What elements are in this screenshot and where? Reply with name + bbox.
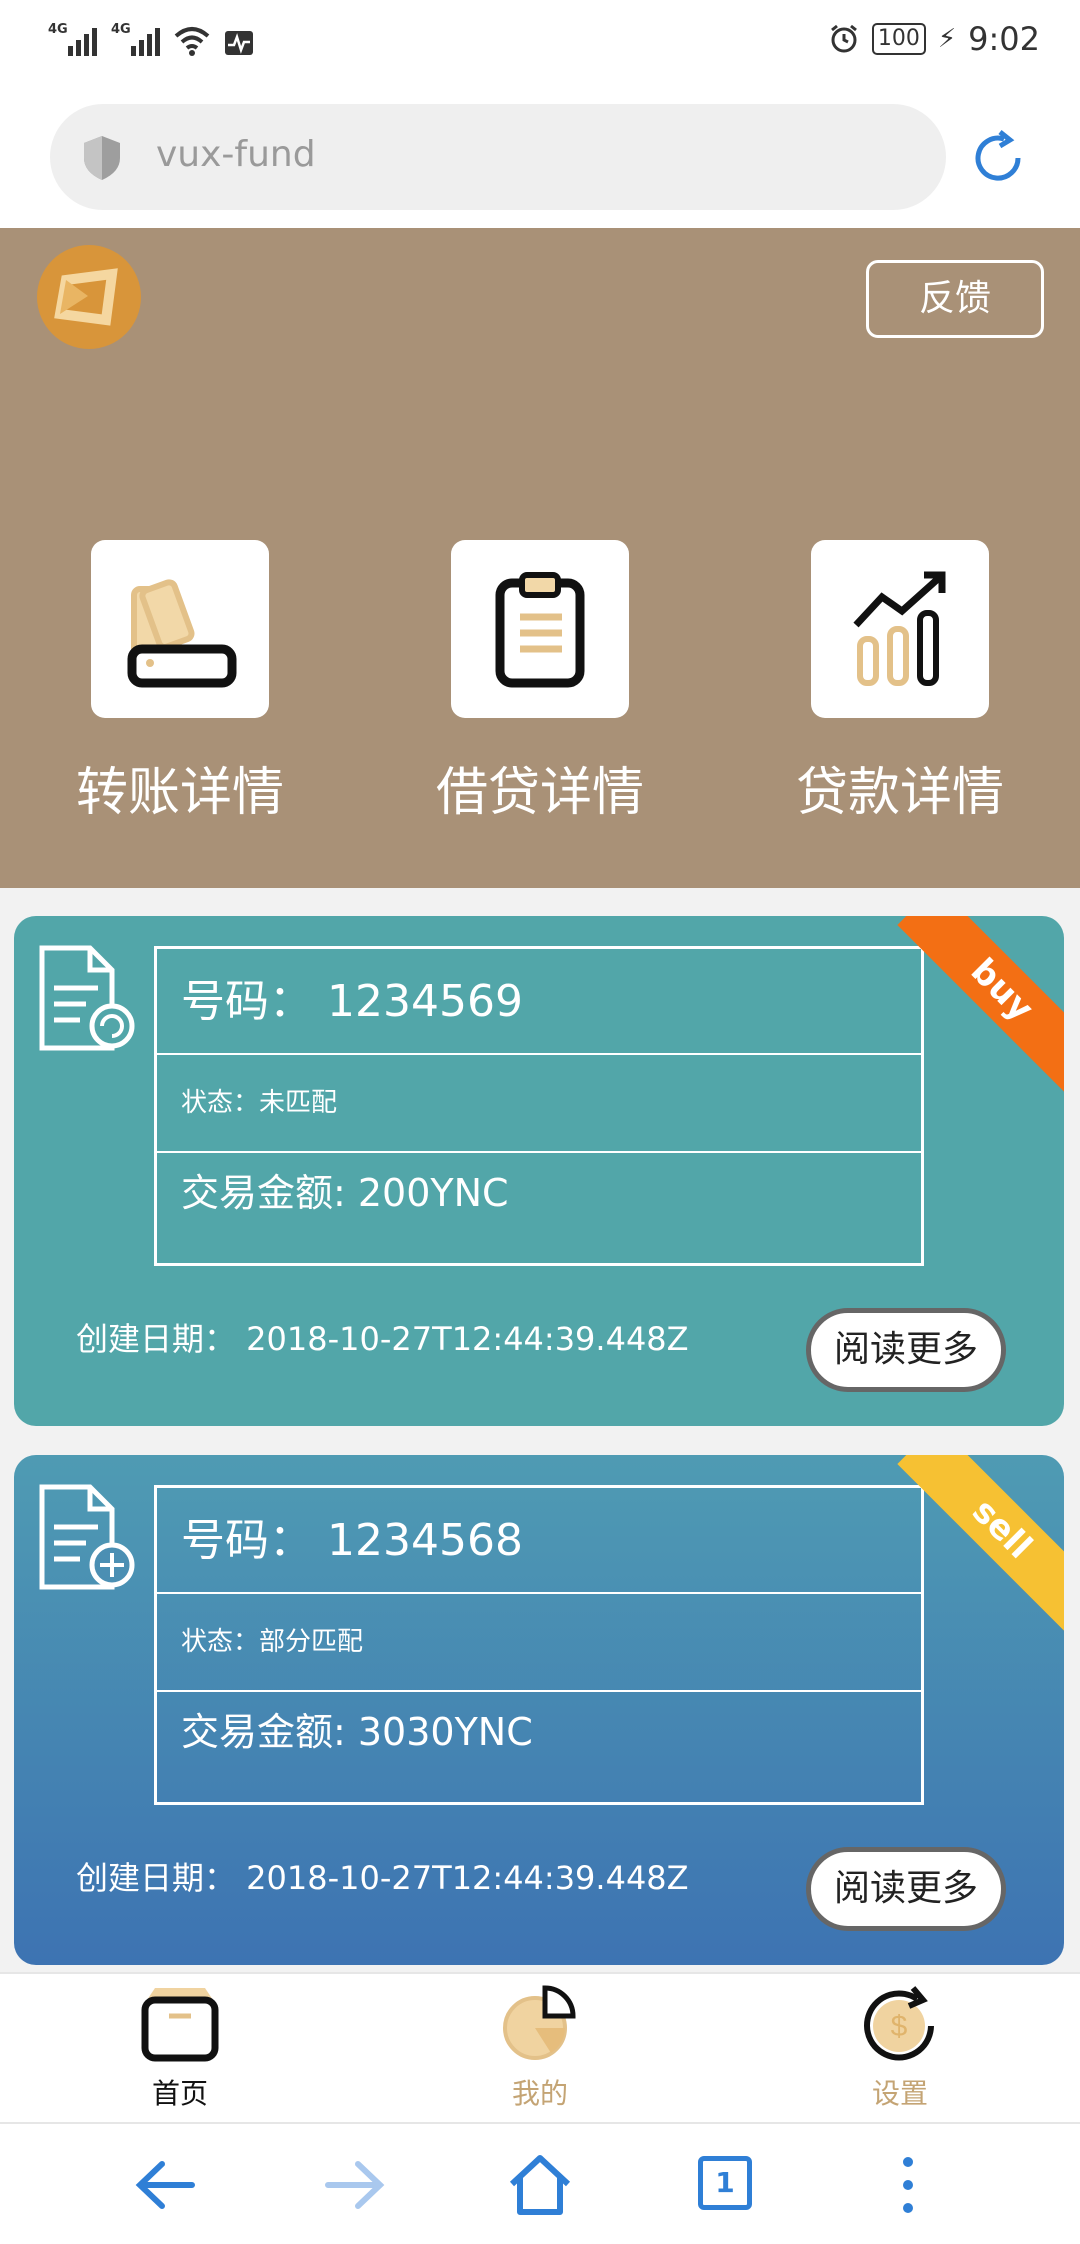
reload-icon[interactable] (968, 128, 1028, 188)
feature-label: 转账详情 (75, 763, 284, 823)
dollar-refresh-icon: $ (864, 1986, 934, 2061)
home-icon[interactable] (508, 2154, 572, 2216)
order-status: 状态：部分匹配 (157, 1594, 921, 1692)
feature-credit-details[interactable]: 贷款详情 (770, 540, 1030, 825)
clock: 9:02 (968, 20, 1040, 58)
feature-label: 借贷详情 (435, 763, 644, 823)
hero-banner: 反馈 转账详情 借贷详情 贷款详情 (0, 228, 1080, 888)
order-amount: 交易金额: 200YNC (181, 1171, 509, 1215)
wifi-icon (174, 27, 210, 56)
alarm-icon (830, 24, 857, 53)
read-more-button[interactable]: 阅读更多 (806, 1847, 1006, 1931)
network-type-label-2: 4G (111, 22, 131, 37)
cell-signal-icon-2: 4G (111, 22, 160, 56)
feature-transfer-details[interactable]: 转账详情 (50, 540, 310, 825)
url-field[interactable]: vux-fund (50, 104, 946, 210)
order-card: 号码： 1234569 状态：未匹配 交易金额: 200YNC 创建日期： 20… (14, 916, 1064, 1426)
charging-icon: ⚡ (937, 24, 957, 54)
order-card: 号码： 1234568 状态：部分匹配 交易金额: 3030YNC 创建日期： … (14, 1455, 1064, 1965)
cell-signal-icon: 4G (48, 22, 97, 56)
back-arrow-icon[interactable] (134, 2154, 198, 2216)
document-refresh-icon (39, 945, 135, 1051)
activity-icon (225, 31, 253, 55)
shield-icon (84, 136, 120, 180)
pie-chart-icon (503, 1985, 576, 2060)
browser-nav-bar: 1 (0, 2122, 1080, 2244)
read-more-button[interactable]: 阅读更多 (806, 1308, 1006, 1392)
tab-label: 设置 (871, 2077, 928, 2110)
status-bar: 4G 4G 100 ⚡ 9:02 (0, 0, 1080, 88)
tab-label: 首页 (151, 2077, 208, 2110)
order-created-date: 创建日期： 2018-10-27T12:44:39.448Z (76, 1859, 689, 1897)
network-type-label: 4G (48, 22, 68, 37)
tab-label: 我的 (511, 2077, 568, 2110)
tab-settings[interactable]: $ 设置 (820, 1982, 980, 2112)
tabs-count-button[interactable]: 1 (698, 2156, 752, 2210)
bottom-tab-bar: 首页 我的 $ 设置 (0, 1972, 1080, 2122)
app-logo (37, 245, 141, 349)
order-created-date: 创建日期： 2018-10-27T12:44:39.448Z (76, 1320, 689, 1358)
forward-arrow-icon[interactable] (322, 2154, 386, 2216)
document-add-icon (39, 1484, 135, 1590)
svg-text:$: $ (891, 2010, 908, 2043)
order-number: 号码： 1234569 (157, 949, 921, 1055)
feature-loan-details[interactable]: 借贷详情 (410, 540, 670, 825)
more-menu-icon[interactable] (896, 2154, 920, 2216)
tab-mine[interactable]: 我的 (460, 1982, 620, 2112)
order-info-box: 号码： 1234568 状态：部分匹配 交易金额: 3030YNC (154, 1485, 924, 1805)
box-icon (141, 1988, 219, 2062)
battery-indicator: 100 (871, 23, 926, 55)
order-number: 号码： 1234568 (157, 1488, 921, 1594)
browser-address-bar: vux-fund (0, 88, 1080, 228)
bar-chart-icon (811, 540, 989, 718)
feature-label: 贷款详情 (795, 763, 1004, 823)
order-amount: 交易金额: 3030YNC (181, 1710, 533, 1754)
wallet-icon (91, 540, 269, 718)
clipboard-icon (451, 540, 629, 718)
tab-home[interactable]: 首页 (100, 1982, 260, 2112)
feedback-button[interactable]: 反馈 (866, 260, 1044, 338)
order-status: 状态：未匹配 (157, 1055, 921, 1153)
url-text: vux-fund (156, 134, 316, 175)
order-info-box: 号码： 1234569 状态：未匹配 交易金额: 200YNC (154, 946, 924, 1266)
